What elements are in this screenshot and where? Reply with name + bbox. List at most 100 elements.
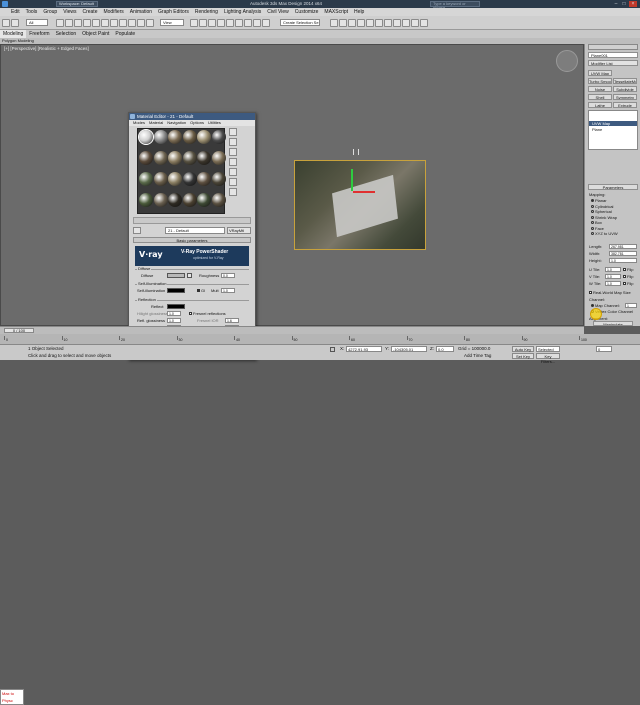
manipulate-button[interactable]: Manipulate — [593, 321, 633, 326]
ribbon-tab-modeling[interactable]: Modeling — [0, 30, 27, 38]
sample-uv-tiling-icon[interactable] — [229, 158, 237, 166]
menu-group[interactable]: Group — [40, 8, 60, 16]
map-channel-radio[interactable] — [591, 304, 594, 308]
toolbar-tool-32-icon[interactable] — [420, 19, 428, 27]
toolbar-tool-14-icon[interactable] — [199, 19, 207, 27]
stack-item-uvw-map[interactable]: UVW Map — [589, 121, 637, 126]
named-selection-set-dropdown[interactable]: Create Selection Se — [280, 19, 320, 26]
toolbar-tool-20-icon[interactable] — [253, 19, 261, 27]
toolbar-tool-25-icon[interactable] — [357, 19, 365, 27]
material-sample-slot[interactable] — [139, 172, 153, 186]
toolbar-tool-22-icon[interactable] — [330, 19, 338, 27]
mat-menu-options[interactable]: Options — [190, 120, 204, 125]
wflip-checkbox[interactable] — [623, 282, 626, 286]
minimize-icon[interactable]: – — [612, 1, 620, 7]
material-name-field[interactable]: 21 - Default — [165, 227, 225, 234]
x-coord-field[interactable]: 4272.91.93 — [346, 346, 382, 352]
material-sample-slot[interactable] — [182, 172, 197, 186]
material-sample-slot[interactable] — [139, 151, 153, 165]
mat-menu-navigation[interactable]: Navigation — [167, 120, 186, 125]
backlight-icon[interactable] — [229, 138, 237, 146]
modifier-button-uvw-map[interactable]: UVW Map — [588, 70, 612, 76]
toolbar-tool-12-icon[interactable] — [146, 19, 154, 27]
toolbar-tool-10-icon[interactable] — [128, 19, 136, 27]
reflect-color-swatch[interactable] — [167, 304, 185, 309]
modifier-button-extrude[interactable]: Extrude — [613, 102, 637, 108]
width-spinner[interactable]: 382.781 — [609, 251, 637, 256]
search-input[interactable]: Type a keyword or phrase — [430, 1, 480, 10]
toolbar-tool-28-icon[interactable] — [384, 19, 392, 27]
material-sample-slot[interactable] — [197, 151, 211, 165]
material-sample-slot[interactable] — [168, 151, 182, 165]
mapping-option-shrink-wrap[interactable]: Shrink Wrap — [591, 215, 617, 220]
diffuse-map-button[interactable] — [187, 273, 192, 278]
map-channel-spinner[interactable]: 1 — [625, 303, 637, 308]
pick-material-icon[interactable] — [133, 227, 141, 234]
mat-menu-material[interactable]: Material — [149, 120, 163, 125]
mat-menu-modes[interactable]: Modes — [133, 120, 145, 125]
time-slider[interactable]: 0 / 100 — [4, 328, 34, 333]
toolbar-tool-31-icon[interactable] — [411, 19, 419, 27]
menu-create[interactable]: Create — [79, 8, 100, 16]
selected-dropdown[interactable]: Selected — [536, 346, 560, 352]
mapping-radio[interactable] — [591, 199, 594, 203]
length-spinner[interactable]: 267.981 — [609, 244, 637, 249]
modifier-button-noise[interactable]: Noise — [588, 86, 612, 92]
menu-maxscript[interactable]: MAXScript — [321, 8, 351, 16]
material-sample-slot[interactable] — [153, 193, 168, 207]
mapping-option-spherical[interactable]: Spherical — [591, 209, 612, 214]
mapping-radio[interactable] — [591, 232, 594, 236]
object-name-field[interactable]: Plane001 — [588, 52, 638, 58]
mapping-radio[interactable] — [591, 226, 594, 230]
set-key-button[interactable]: Set Key — [512, 353, 534, 359]
vflip-checkbox[interactable] — [623, 275, 626, 279]
material-sample-slot[interactable] — [153, 130, 168, 144]
material-sample-slot[interactable] — [197, 193, 211, 207]
mapping-option-cylindrical[interactable]: Cylindrical — [591, 204, 613, 209]
mapping-option-xyz-to-uvw[interactable]: XYZ to UVW — [591, 231, 618, 236]
mapping-option-face[interactable]: Face — [591, 226, 604, 231]
modifier-list-dropdown[interactable]: Modifier List — [588, 60, 638, 66]
toolbar-tool-24-icon[interactable] — [348, 19, 356, 27]
material-sample-slot[interactable] — [182, 151, 197, 165]
toolbar-tool-21-icon[interactable] — [262, 19, 270, 27]
sample-type-icon[interactable] — [229, 128, 237, 136]
key-filters-button[interactable]: Key Filters... — [536, 353, 560, 364]
material-editor-title[interactable]: Material Editor - 21 - Default — [129, 113, 255, 120]
make-preview-icon[interactable] — [229, 178, 237, 186]
material-sample-slot[interactable] — [138, 129, 154, 145]
realworld-checkbox[interactable] — [589, 291, 592, 295]
menu-graph-editors[interactable]: Graph Editors — [155, 8, 192, 16]
material-sample-slot[interactable] — [139, 193, 153, 207]
wtile-spinner[interactable]: 1.0 — [605, 281, 621, 286]
toolbar-tool-13-icon[interactable] — [190, 19, 198, 27]
toolbar-tool-7-icon[interactable] — [101, 19, 109, 27]
toolbar-tool-27-icon[interactable] — [375, 19, 383, 27]
lock-selection-icon[interactable] — [330, 347, 335, 352]
toolbar-tool-16-icon[interactable] — [217, 19, 225, 27]
toolbar-tool-5-icon[interactable] — [83, 19, 91, 27]
background-icon[interactable] — [229, 148, 237, 156]
modifier-button-subdivide[interactable]: Subdivide — [613, 86, 637, 92]
material-sample-slot[interactable] — [168, 130, 182, 144]
material-sample-slot[interactable] — [211, 151, 226, 165]
uflip-checkbox[interactable] — [623, 268, 626, 272]
mult-spinner[interactable]: 1.0 — [221, 288, 235, 293]
mapping-radio[interactable] — [591, 204, 594, 208]
modifier-button-tessellatemod[interactable]: TessellateMod — [613, 78, 637, 84]
toolbar-tool-30-icon[interactable] — [402, 19, 410, 27]
redo-icon[interactable] — [11, 19, 19, 27]
toolbar-tool-11-icon[interactable] — [137, 19, 145, 27]
mapping-option-box[interactable]: Box — [591, 220, 602, 225]
fresnel-checkbox[interactable] — [189, 312, 192, 316]
mapping-option-planar[interactable]: Planar — [591, 198, 607, 203]
material-sample-slot[interactable] — [153, 151, 168, 165]
maxscript-listener-mini[interactable]: Max to Physc — [0, 689, 24, 705]
bind-icon[interactable] — [74, 19, 82, 27]
auto-key-button[interactable]: Auto Key — [512, 346, 534, 352]
app-logo-icon[interactable] — [2, 1, 8, 7]
menu-rendering[interactable]: Rendering — [192, 8, 221, 16]
track-bar[interactable]: 0 10 20 30 40 50 60 70 80 90 100 — [0, 334, 640, 344]
material-sample-slot[interactable] — [197, 130, 211, 144]
material-type-button[interactable]: VRayMtl — [227, 227, 251, 234]
